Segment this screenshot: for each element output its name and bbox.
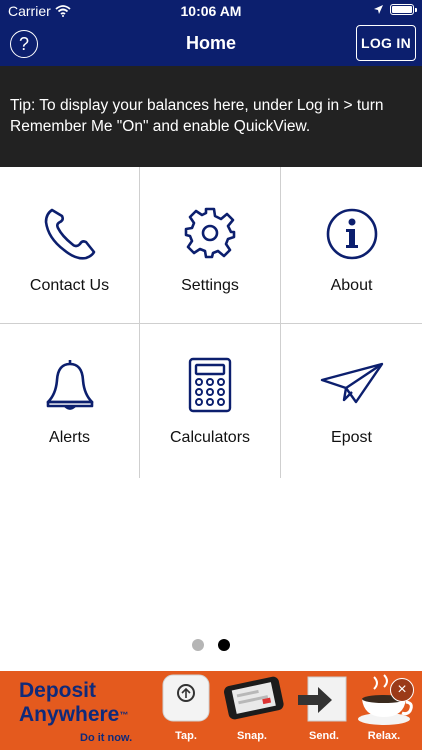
calculator-icon bbox=[188, 357, 232, 413]
ad-title-line2: Anywhere™ bbox=[19, 703, 129, 726]
ad-step-label: Tap. bbox=[175, 730, 197, 742]
quickview-tip-banner: Tip: To display your balances here, unde… bbox=[0, 66, 422, 167]
ad-step-label: Send. bbox=[309, 730, 339, 742]
menu-item-label: Settings bbox=[181, 277, 239, 294]
tip-text: Tip: To display your balances here, unde… bbox=[10, 97, 384, 135]
deposit-anywhere-ad[interactable]: Deposit Anywhere™ Do it now. Tap. Snap. bbox=[0, 671, 422, 750]
page-dot-active[interactable] bbox=[218, 639, 230, 651]
header-bar: Carrier 10:06 AM ? Home LOG IN bbox=[0, 0, 422, 66]
menu-item-about[interactable]: About bbox=[281, 167, 422, 324]
close-ad-button[interactable]: × bbox=[390, 678, 414, 702]
ad-title-line1: Deposit bbox=[19, 679, 97, 702]
ad-step-tap: Tap. bbox=[156, 671, 216, 750]
send-arrow-icon bbox=[298, 676, 347, 722]
page-dot[interactable] bbox=[192, 639, 204, 651]
ad-step-snap: Snap. bbox=[222, 671, 284, 750]
ad-title: Deposit Anywhere™ bbox=[19, 679, 128, 727]
ad-step-label: Relax. bbox=[367, 730, 401, 742]
phone-camera-icon bbox=[223, 676, 284, 720]
ad-step-label: Snap. bbox=[237, 730, 267, 742]
phone-icon bbox=[44, 208, 95, 260]
status-bar: Carrier 10:06 AM bbox=[0, 0, 422, 22]
location-arrow-icon bbox=[374, 5, 383, 14]
login-button[interactable]: LOG IN bbox=[356, 25, 416, 61]
status-right bbox=[373, 4, 417, 15]
info-icon bbox=[326, 208, 377, 260]
phone-app-icon bbox=[162, 674, 210, 722]
page-indicator bbox=[0, 639, 422, 651]
ad-tagline: Do it now. bbox=[80, 732, 133, 744]
menu-item-label: Alerts bbox=[49, 429, 90, 446]
close-icon: × bbox=[397, 681, 407, 698]
ad-step-send: Send. bbox=[294, 671, 354, 750]
menu-item-contact-us[interactable]: Contact Us bbox=[0, 167, 140, 324]
menu-item-epost[interactable]: Epost bbox=[281, 324, 422, 478]
status-time: 10:06 AM bbox=[180, 3, 242, 19]
bell-icon bbox=[46, 360, 93, 410]
menu-item-label: Contact Us bbox=[29, 277, 110, 294]
menu-item-settings[interactable]: Settings bbox=[140, 167, 281, 324]
trademark-mark: ™ bbox=[119, 710, 129, 720]
menu-item-label: Epost bbox=[331, 429, 372, 446]
paper-plane-icon bbox=[320, 362, 383, 404]
menu-item-label: About bbox=[330, 277, 373, 294]
menu-item-calculators[interactable]: Calculators bbox=[140, 324, 281, 478]
battery-icon bbox=[390, 4, 417, 15]
menu-grid: Contact Us Settings About Alerts Calcula… bbox=[0, 167, 422, 478]
menu-item-alerts[interactable]: Alerts bbox=[0, 324, 140, 478]
gear-icon bbox=[184, 207, 236, 259]
menu-item-label: Calculators bbox=[169, 429, 251, 446]
